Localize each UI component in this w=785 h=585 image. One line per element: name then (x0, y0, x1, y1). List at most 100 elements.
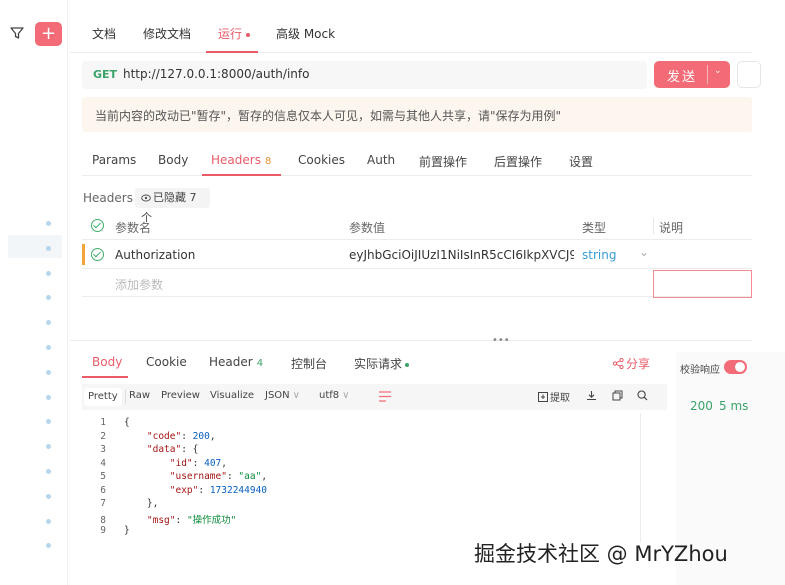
code-line: 7 }, (82, 498, 158, 512)
rail-dot[interactable] (46, 295, 51, 301)
draft-notice: 当前内容的改动已"暂存"，暂存的信息仅本人可见，如需与其他人共享，请"保存为用例… (82, 97, 752, 132)
code-line: 8 "msg": "操作成功" (82, 512, 236, 526)
url-input[interactable]: http://127.0.0.1:8000/auth/info (123, 67, 309, 81)
download-icon[interactable] (586, 390, 597, 401)
code-token: "id" (169, 457, 193, 469)
response-format-bar: Pretty Raw Preview Visualize JSON ∨ utf8 ∨… (82, 384, 667, 410)
tab-resp-body[interactable]: Body (92, 355, 122, 369)
tab-resp-cookie[interactable]: Cookie (146, 355, 187, 369)
chevron-down-icon[interactable]: ⌄ (639, 245, 649, 259)
rail-dot[interactable] (46, 469, 51, 474)
rail-dot[interactable] (46, 369, 51, 375)
description-input[interactable] (653, 270, 752, 298)
line-number: 9 (100, 525, 106, 536)
rail-dot[interactable] (46, 444, 51, 450)
url-bar[interactable]: GET http://127.0.0.1:8000/auth/info (82, 61, 647, 89)
select-all-check-icon[interactable] (91, 219, 104, 232)
copy-icon[interactable] (612, 390, 623, 401)
request-tabs: Params Body Headers 8 Cookies Auth 前置操作 后… (82, 148, 752, 176)
code-line: 4 "id": 407, (82, 458, 227, 472)
status-code: 200 (690, 399, 713, 413)
drag-handle-icon[interactable]: ••• (492, 335, 510, 346)
tab-auth[interactable]: Auth (367, 153, 395, 167)
extract-button[interactable]: 提取 (538, 389, 570, 404)
table-row-add[interactable]: 添加参数 (82, 269, 752, 298)
rail-selected-item[interactable] (8, 235, 62, 258)
code-token: 1732244940 (209, 484, 268, 496)
rail-dot[interactable] (46, 543, 51, 549)
rail-dot[interactable] (46, 345, 51, 350)
tab-actual-request[interactable]: 实际请求 (354, 355, 410, 372)
table-row[interactable]: Authorization eyJhbGciOiJIUzI1NiIsInR5cC… (82, 241, 752, 269)
watermark: 掘金技术社区 @ MrYZhou (474, 542, 728, 566)
search-icon[interactable] (637, 390, 648, 401)
row-check-icon[interactable] (91, 248, 104, 261)
tab-advanced-mock[interactable]: 高级 Mock (276, 25, 335, 42)
line-number: 5 (100, 471, 106, 482)
code-scrollbar[interactable] (640, 413, 652, 543)
tab-post-ops[interactable]: 后置操作 (494, 153, 542, 170)
hidden-headers-chip[interactable]: 已隐藏 7 个 (135, 188, 210, 224)
add-param-input[interactable]: 添加参数 (115, 276, 163, 293)
rail-dot[interactable] (46, 245, 51, 251)
http-method[interactable]: GET (93, 68, 117, 81)
save-menu-button[interactable] (737, 61, 761, 88)
code-token: "username" (169, 471, 227, 482)
tab-settings[interactable]: 设置 (569, 153, 593, 170)
format-select-value: JSON (265, 390, 290, 401)
view-raw[interactable]: Raw (129, 390, 150, 401)
rail-dot[interactable] (46, 320, 51, 326)
tab-headers[interactable]: Headers 8 (211, 153, 271, 167)
code-line: 9} (82, 525, 129, 539)
param-value-field[interactable]: eyJhbGciOiJIUzI1NiIsInR5cCI6IkpXVCJ9.eyJ… (349, 248, 574, 262)
format-select[interactable]: JSON ∨ (265, 390, 300, 401)
tab-params[interactable]: Params (92, 153, 136, 167)
line-number: 3 (100, 444, 106, 455)
doc-tabs: 文档 修改文档 运行 高级 Mock (70, 15, 752, 53)
tab-resp-header[interactable]: Header 4 (209, 355, 263, 369)
unsaved-dot (246, 32, 251, 37)
code-line: 3 "data": { (82, 444, 198, 458)
code-token: "操作成功" (186, 514, 237, 526)
chevron-down-icon: ∨ (292, 390, 300, 401)
tab-body[interactable]: Body (158, 153, 188, 167)
rail-dot[interactable] (46, 221, 51, 226)
rail-dot[interactable] (46, 493, 51, 499)
share-button[interactable]: 分享 (612, 355, 650, 372)
active-tab-indicator (202, 174, 281, 176)
col-divider (653, 218, 654, 234)
rail-dot[interactable] (46, 419, 51, 425)
encoding-select[interactable]: utf8 ∨ (319, 390, 349, 401)
panel-splitter[interactable] (70, 340, 752, 341)
line-number: 6 (100, 484, 106, 496)
filter-icon[interactable] (9, 25, 25, 41)
tab-console[interactable]: 控制台 (291, 355, 327, 372)
tab-edit-doc[interactable]: 修改文档 (143, 25, 191, 42)
code-token: "code" (146, 430, 182, 442)
response-body-code[interactable]: 1{2 "code": 200, 3 "data": {4 "id": 407, 5… (82, 413, 652, 543)
headers-count: 8 (264, 156, 272, 167)
send-button[interactable]: 发送 ⌄ (654, 61, 730, 88)
rail-dot[interactable] (46, 394, 51, 400)
tab-doc[interactable]: 文档 (92, 25, 116, 42)
add-button[interactable]: + (35, 22, 62, 46)
view-preview[interactable]: Preview (161, 390, 200, 401)
rail-dot[interactable] (46, 270, 51, 276)
tab-run[interactable]: 运行 (218, 25, 251, 42)
type-select[interactable]: string (582, 248, 616, 262)
wrap-lines-icon[interactable] (378, 390, 392, 403)
verify-response-toggle[interactable] (724, 360, 747, 374)
param-name-field[interactable]: Authorization (115, 248, 195, 262)
code-token: : (198, 484, 210, 496)
rail-dot[interactable] (46, 518, 51, 524)
chevron-down-icon[interactable]: ⌄ (714, 66, 722, 76)
status-dot (405, 362, 410, 367)
divider (125, 390, 126, 404)
tab-pre-ops[interactable]: 前置操作 (419, 153, 467, 170)
view-visualize[interactable]: Visualize (210, 390, 254, 401)
line-number: 4 (100, 457, 106, 469)
eye-icon (141, 194, 151, 202)
view-pretty[interactable]: Pretty (84, 388, 122, 406)
code-token: , (221, 457, 228, 469)
tab-cookies[interactable]: Cookies (298, 153, 345, 167)
